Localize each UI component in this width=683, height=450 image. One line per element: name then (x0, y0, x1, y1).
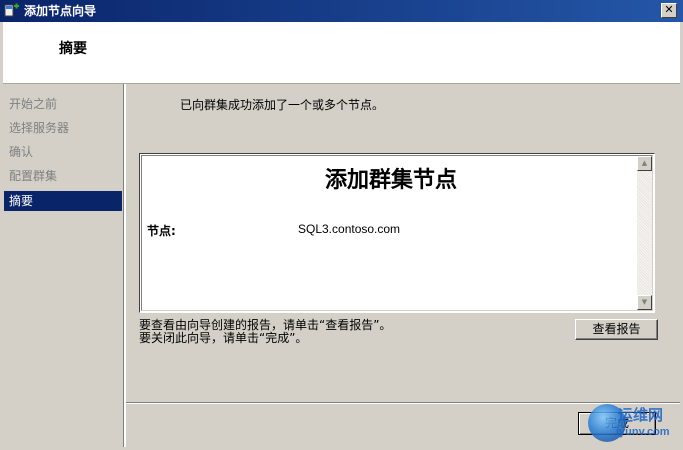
title-bar: 添加节点向导 ✕ (0, 0, 683, 22)
wizard-node-icon (4, 3, 20, 19)
report-nodes-label: 节点: (147, 224, 176, 238)
view-report-button[interactable]: 查看报告 (575, 319, 658, 340)
report-pane[interactable]: 添加群集节点 节点: SQL3.contoso.com ▲ ▼ (139, 153, 655, 313)
bottom-separator (126, 402, 680, 404)
step-before-you-begin[interactable]: 开始之前 (4, 94, 122, 114)
window-title: 添加节点向导 (24, 4, 97, 18)
step-select-servers[interactable]: 选择服务器 (4, 118, 122, 138)
page-title: 摘要 (59, 41, 87, 57)
close-icon: ✕ (664, 3, 674, 16)
main-content: 已向群集成功添加了一个或多个节点。 添加群集节点 节点: SQL3.contos… (126, 84, 680, 447)
scroll-up-arrow-icon[interactable]: ▲ (637, 156, 652, 171)
report-pane-inner: 添加群集节点 节点: SQL3.contoso.com ▲ ▼ (141, 155, 653, 311)
scroll-down-arrow-icon[interactable]: ▼ (637, 295, 652, 310)
report-nodes-value: SQL3.contoso.com (298, 222, 401, 236)
step-confirmation[interactable]: 确认 (4, 142, 122, 162)
sidebar-divider (124, 84, 125, 447)
close-button[interactable]: ✕ (661, 3, 677, 18)
close-wizard-hint: 要关闭此向导，请单击“完成”。 (139, 331, 308, 345)
step-configure-cluster[interactable]: 配置群集 (4, 166, 122, 186)
finish-button[interactable]: 完成 (578, 412, 656, 435)
step-summary[interactable]: 摘要 (4, 191, 122, 211)
wizard-steps-sidebar: 开始之前 选择服务器 确认 配置群集 摘要 (3, 84, 125, 447)
report-scrollbar[interactable]: ▲ ▼ (637, 156, 652, 310)
wizard-header: 摘要 (3, 22, 680, 84)
success-message: 已向群集成功添加了一个或多个节点。 (180, 98, 385, 112)
report-title: 添加群集节点 (324, 167, 457, 193)
